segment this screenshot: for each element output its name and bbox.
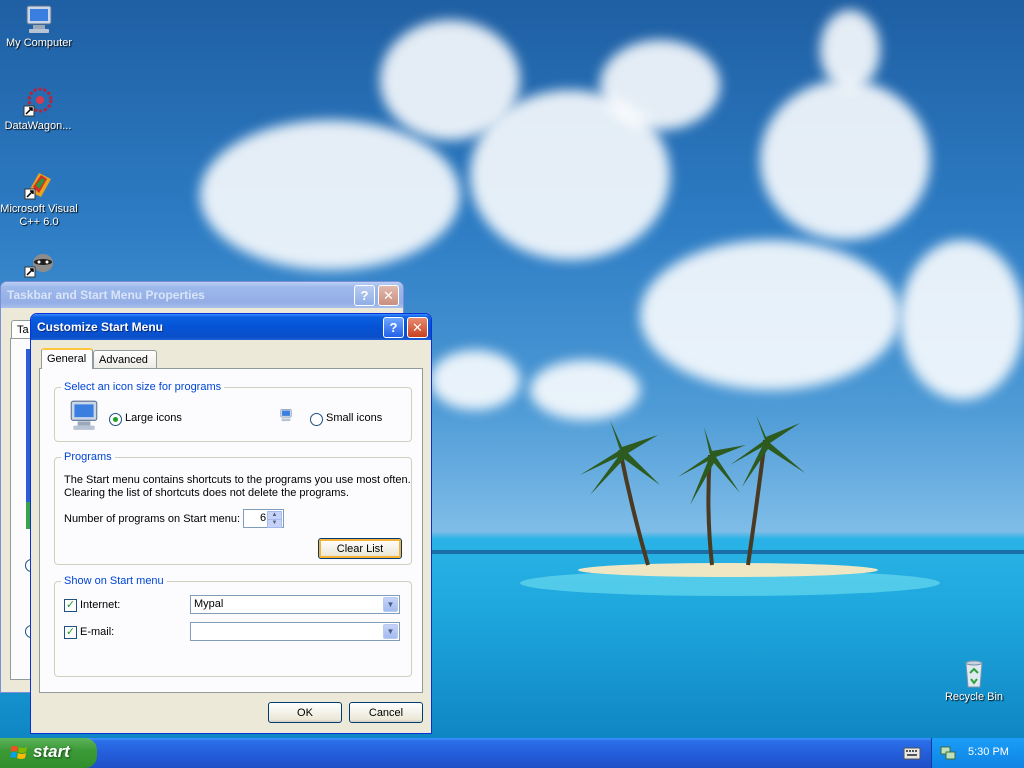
- cloud: [640, 240, 900, 390]
- parent-title: Taskbar and Start Menu Properties: [7, 288, 205, 302]
- visual-cpp-icon: [24, 173, 51, 200]
- programs-description-line1: The Start menu contains shortcuts to the…: [64, 474, 411, 486]
- recycle-bin-icon: [965, 660, 983, 688]
- start-button[interactable]: start: [0, 738, 97, 768]
- raccoon-icon: [24, 254, 53, 278]
- customize-start-menu-dialog[interactable]: Customize Start Menu ? ✕ General Advance…: [30, 313, 432, 734]
- email-client-select[interactable]: ▼: [190, 622, 400, 641]
- cloud: [430, 350, 520, 410]
- icon-size-group: Select an icon size for programs Large i…: [54, 381, 412, 442]
- desktop-icon-label: DataWagon...: [4, 120, 72, 132]
- windows-logo-icon: [10, 746, 27, 759]
- icon-size-group-label: Select an icon size for programs: [61, 381, 225, 393]
- programs-count-spinner[interactable]: 6 ▲ ▼: [243, 509, 284, 528]
- tab-general[interactable]: General: [41, 348, 93, 369]
- general-tab-panel: Select an icon size for programs Large i…: [39, 368, 423, 693]
- programs-group: Programs The Start menu contains shortcu…: [54, 451, 412, 565]
- spinner-down-icon[interactable]: ▼: [267, 519, 282, 528]
- parent-help-button[interactable]: ?: [354, 285, 375, 306]
- dialog-title: Customize Start Menu: [37, 320, 164, 334]
- dialog-titlebar[interactable]: Customize Start Menu ? ✕: [31, 314, 431, 340]
- small-icons-label[interactable]: Small icons: [326, 412, 382, 424]
- desktop-icon-label: Recycle Bin: [944, 691, 1004, 703]
- desktop-icon-label: Microsoft Visual C++ 6.0: [0, 203, 78, 228]
- chevron-down-icon[interactable]: ▼: [383, 624, 398, 639]
- cloud: [600, 40, 720, 130]
- ok-button[interactable]: OK: [268, 702, 342, 723]
- programs-count-label: Number of programs on Start menu:: [64, 513, 241, 525]
- cancel-button[interactable]: Cancel: [349, 702, 423, 723]
- parent-close-button[interactable]: ✕: [378, 285, 399, 306]
- email-checkbox[interactable]: ✓: [64, 626, 77, 639]
- internet-checkbox[interactable]: ✓: [64, 599, 77, 612]
- large-icons-radio[interactable]: [109, 413, 122, 426]
- desktop-icon-label: My Computer: [5, 37, 73, 49]
- taskbar: start 5:30 PM: [0, 738, 1024, 768]
- desktop-icon-raccoon[interactable]: [0, 247, 79, 281]
- internet-browser-select[interactable]: Mypal ▼: [190, 595, 400, 614]
- cloud: [820, 10, 880, 90]
- tab-advanced[interactable]: Advanced: [93, 350, 157, 368]
- cloud: [200, 120, 460, 270]
- programs-description-line2: Clearing the list of shortcuts does not …: [64, 487, 349, 499]
- desktop-icon-visual-cpp[interactable]: Microsoft Visual C++ 6.0: [0, 169, 79, 229]
- desktop-icon-my-computer[interactable]: My Computer: [0, 3, 79, 50]
- cloud: [900, 240, 1024, 400]
- dialog-close-button[interactable]: ✕: [407, 317, 428, 338]
- internet-label[interactable]: Internet:: [80, 599, 120, 611]
- desktop-icon-recycle-bin[interactable]: Recycle Bin: [934, 657, 1014, 704]
- programs-count-value: 6: [260, 512, 267, 524]
- my-computer-icon: [26, 5, 52, 33]
- cloud: [530, 360, 640, 420]
- network-icon[interactable]: [940, 745, 956, 761]
- clear-list-button[interactable]: Clear List: [318, 538, 402, 559]
- email-label[interactable]: E-mail:: [80, 626, 114, 638]
- parent-tab-label: Ta: [17, 324, 29, 336]
- chevron-down-icon[interactable]: ▼: [383, 597, 398, 612]
- keyboard-icon[interactable]: [903, 745, 921, 761]
- small-computer-icon: [280, 409, 292, 422]
- large-computer-icon: [70, 400, 98, 430]
- palm-trees: [580, 415, 805, 566]
- desktop-icon-datawagon[interactable]: DataWagon...: [0, 86, 78, 133]
- small-icons-radio[interactable]: [310, 413, 323, 426]
- start-label: start: [33, 742, 70, 761]
- cloud: [760, 80, 930, 240]
- dialog-help-button[interactable]: ?: [383, 317, 404, 338]
- system-tray: 5:30 PM: [931, 738, 1024, 768]
- clock[interactable]: 5:30 PM: [968, 746, 1009, 758]
- parent-titlebar[interactable]: Taskbar and Start Menu Properties ? ✕: [1, 282, 403, 308]
- internet-browser-value: Mypal: [194, 598, 224, 610]
- programs-group-label: Programs: [61, 451, 115, 463]
- datawagon-icon: [23, 87, 53, 117]
- show-on-start-menu-group: Show on Start menu ✓ Internet: Mypal ▼ ✓…: [54, 575, 412, 677]
- show-group-label: Show on Start menu: [61, 575, 167, 587]
- large-icons-label[interactable]: Large icons: [125, 412, 182, 424]
